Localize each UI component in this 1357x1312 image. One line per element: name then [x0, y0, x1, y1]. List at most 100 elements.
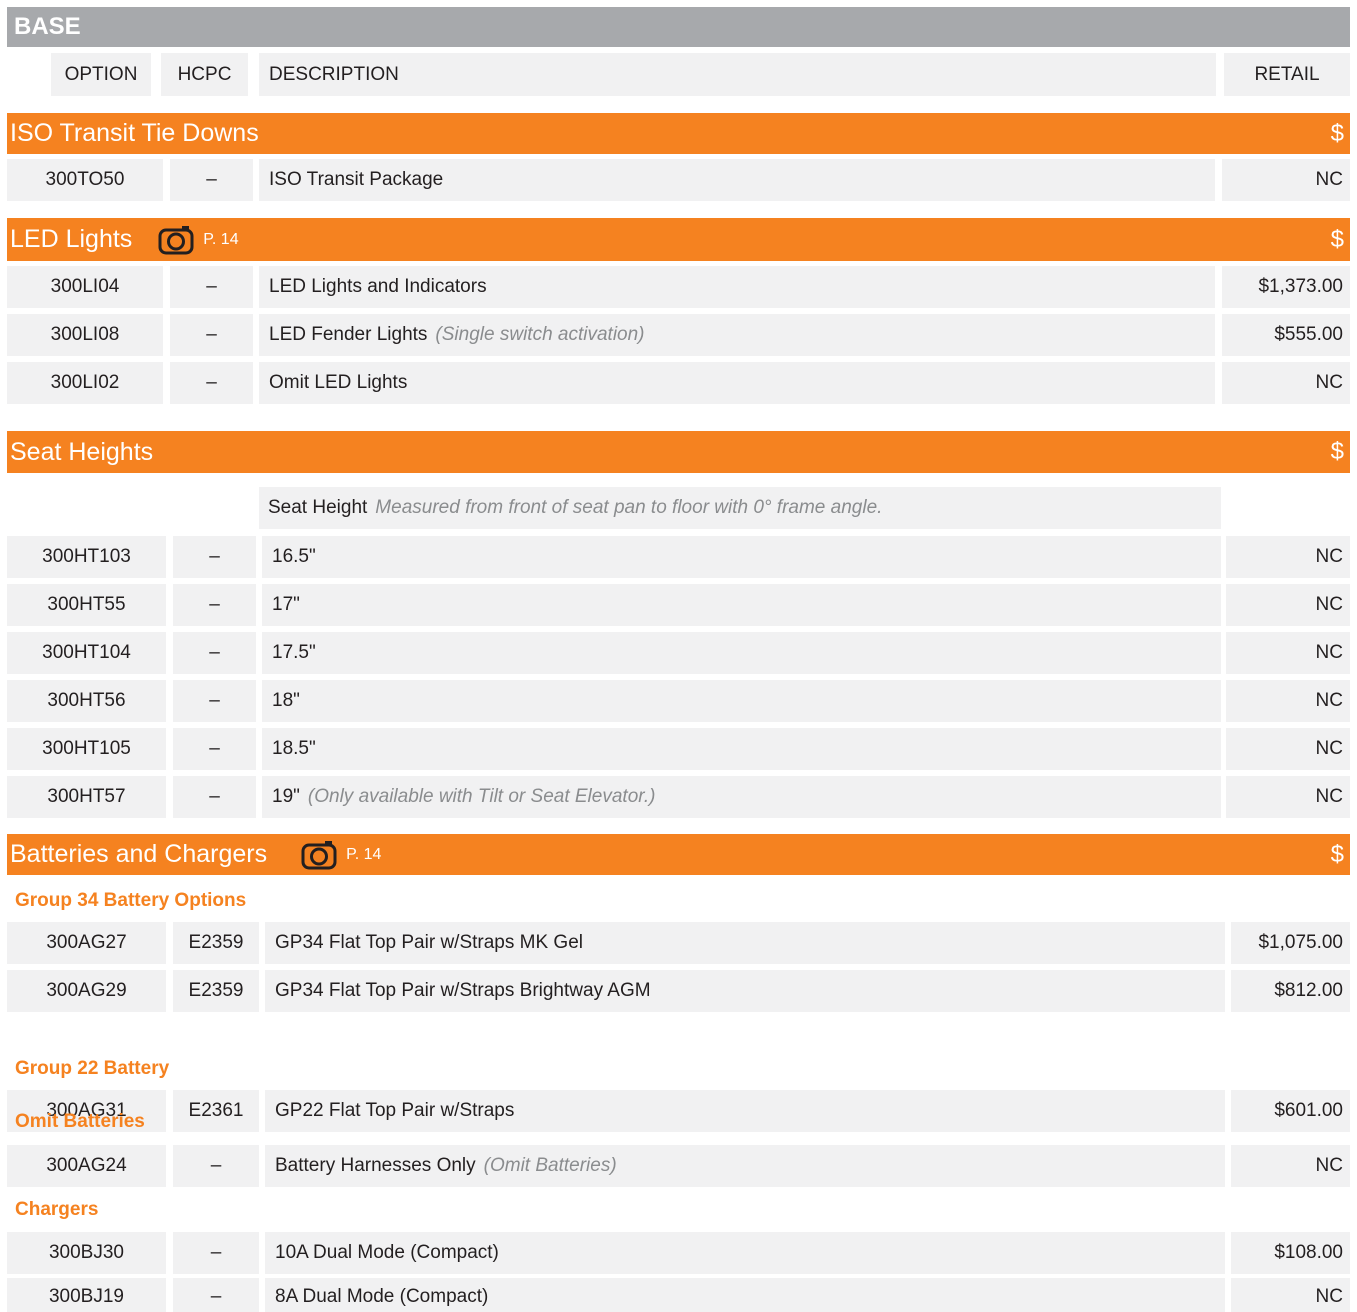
description: 19" (Only available with Tilt or Seat Ele…: [262, 776, 1221, 818]
description: 10A Dual Mode (Compact): [265, 1232, 1225, 1274]
hcpc-code: –: [173, 632, 256, 674]
table-row: 300TO50 – ISO Transit Package NC: [7, 159, 1350, 201]
description: 18.5": [262, 728, 1221, 770]
table-row: 300BJ19 – 8A Dual Mode (Compact) NC: [7, 1278, 1350, 1312]
retail-price: NC: [1222, 159, 1350, 201]
price-column-marker: $: [1330, 226, 1344, 253]
hcpc-code: –: [173, 728, 256, 770]
group-heading: Group 34 Battery Options: [15, 890, 247, 911]
option-code: 300AG27: [7, 922, 166, 964]
hcpc-code: E2361: [173, 1090, 259, 1132]
table-row: 300AG24 – Battery Harnesses Only (Omit Ba…: [7, 1145, 1350, 1187]
price-column-marker: $: [1330, 120, 1344, 147]
description-note: (Single switch activation): [435, 324, 645, 345]
table-row: 300AG29 E2359 GP34 Flat Top Pair w/Strap…: [7, 970, 1350, 1012]
description: GP34 Flat Top Pair w/Straps MK Gel: [265, 922, 1225, 964]
hcpc-code: E2359: [173, 970, 259, 1012]
option-code: 300AG29: [7, 970, 166, 1012]
retail-price: $1,075.00: [1231, 922, 1350, 964]
retail-price: $812.00: [1231, 970, 1350, 1012]
retail-price: $555.00: [1222, 314, 1350, 356]
table-row: 300HT57 – 19" (Only available with Tilt o…: [7, 776, 1350, 818]
hcpc-code: –: [173, 1145, 259, 1187]
group-heading: Omit Batteries: [15, 1111, 145, 1132]
hcpc-code: –: [173, 536, 256, 578]
description: 16.5": [262, 536, 1221, 578]
group-heading: Group 22 Battery: [15, 1058, 170, 1079]
col-header-retail: RETAIL: [1224, 53, 1350, 96]
hcpc-code: –: [173, 680, 256, 722]
col-header-option: OPTION: [51, 53, 151, 96]
table-row: 300HT55 – 17" NC: [7, 584, 1350, 626]
base-header: BASE: [7, 7, 1350, 47]
option-code: 300HT56: [7, 680, 166, 722]
description: 17": [262, 584, 1221, 626]
price-column-marker: $: [1330, 438, 1344, 465]
description: LED Fender Lights (Single switch activati…: [259, 314, 1215, 356]
option-code: 300LI02: [7, 362, 163, 404]
option-code: 300LI08: [7, 314, 163, 356]
hcpc-code: –: [173, 584, 256, 626]
group-heading: Chargers: [15, 1199, 99, 1220]
description: 17.5": [262, 632, 1221, 674]
description: 8A Dual Mode (Compact): [265, 1278, 1225, 1312]
seat-height-measure-note: Measured from front of seat pan to floor…: [375, 497, 883, 518]
retail-price: NC: [1226, 680, 1350, 722]
table-row: 300HT103 – 16.5" NC: [7, 536, 1350, 578]
camera-icon: [301, 840, 337, 870]
table-row: 300LI02 – Omit LED Lights NC: [7, 362, 1350, 404]
retail-price: NC: [1226, 632, 1350, 674]
option-code: 300HT103: [7, 536, 166, 578]
hcpc-code: –: [170, 159, 253, 201]
hcpc-code: –: [173, 776, 256, 818]
table-row: 300HT105 – 18.5" NC: [7, 728, 1350, 770]
description: Omit LED Lights: [259, 362, 1215, 404]
option-code: 300TO50: [7, 159, 163, 201]
option-code: 300HT55: [7, 584, 166, 626]
description: 18": [262, 680, 1221, 722]
description-note: (Omit Batteries): [483, 1155, 617, 1176]
col-header-description: DESCRIPTION: [259, 53, 1216, 96]
seat-height-label: Seat Height: [268, 497, 368, 518]
retail-price: NC: [1226, 536, 1350, 578]
retail-price: NC: [1231, 1145, 1350, 1187]
camera-icon: [158, 225, 194, 255]
retail-price: $1,373.00: [1222, 266, 1350, 308]
hcpc-code: –: [170, 266, 253, 308]
option-code: 300HT104: [7, 632, 166, 674]
table-row: 300AG27 E2359 GP34 Flat Top Pair w/Strap…: [7, 922, 1350, 964]
retail-price: $108.00: [1231, 1232, 1350, 1274]
table-row: 300LI08 – LED Fender Lights (Single switc…: [7, 314, 1350, 356]
description-note: (Only available with Tilt or Seat Elevat…: [307, 786, 656, 807]
retail-price: NC: [1226, 728, 1350, 770]
table-row: 300AG31 E2361 GP22 Flat Top Pair w/Strap…: [7, 1090, 1350, 1132]
section-header-batteries-chargers: Batteries and Chargers P. 14 $: [7, 834, 1350, 875]
description: GP22 Flat Top Pair w/Straps: [265, 1090, 1225, 1132]
price-column-marker: $: [1330, 841, 1344, 868]
table-row: 300HT104 – 17.5" NC: [7, 632, 1350, 674]
option-code: 300BJ19: [7, 1278, 166, 1312]
table-row: 300HT56 – 18" NC: [7, 680, 1350, 722]
col-header-hcpc: HCPC: [161, 53, 248, 96]
section-header-seat-heights: Seat Heights $: [7, 431, 1350, 473]
section-title: Seat Heights: [10, 437, 154, 466]
option-code: 300AG24: [7, 1145, 166, 1187]
option-code: 300BJ30: [7, 1232, 166, 1274]
retail-price: NC: [1222, 362, 1350, 404]
description: ISO Transit Package: [259, 159, 1215, 201]
option-code: 300HT105: [7, 728, 166, 770]
hcpc-code: –: [170, 362, 253, 404]
retail-price: $601.00: [1231, 1090, 1350, 1132]
seat-height-note: Seat Height Measured from front of seat p…: [259, 487, 1221, 529]
description: GP34 Flat Top Pair w/Straps Brightway AG…: [265, 970, 1225, 1012]
section-header-iso-transit: ISO Transit Tie Downs $: [7, 113, 1350, 154]
hcpc-code: –: [173, 1232, 259, 1274]
section-title: LED Lights: [10, 225, 133, 253]
section-title: Batteries and Chargers: [10, 840, 268, 868]
page-reference: P. 14: [203, 230, 239, 248]
option-code: 300HT57: [7, 776, 166, 818]
option-code: 300LI04: [7, 266, 163, 308]
table-row: 300LI04 – LED Lights and Indicators $1,3…: [7, 266, 1350, 308]
section-header-led-lights: LED Lights P. 14 $: [7, 218, 1350, 261]
retail-price: NC: [1226, 584, 1350, 626]
